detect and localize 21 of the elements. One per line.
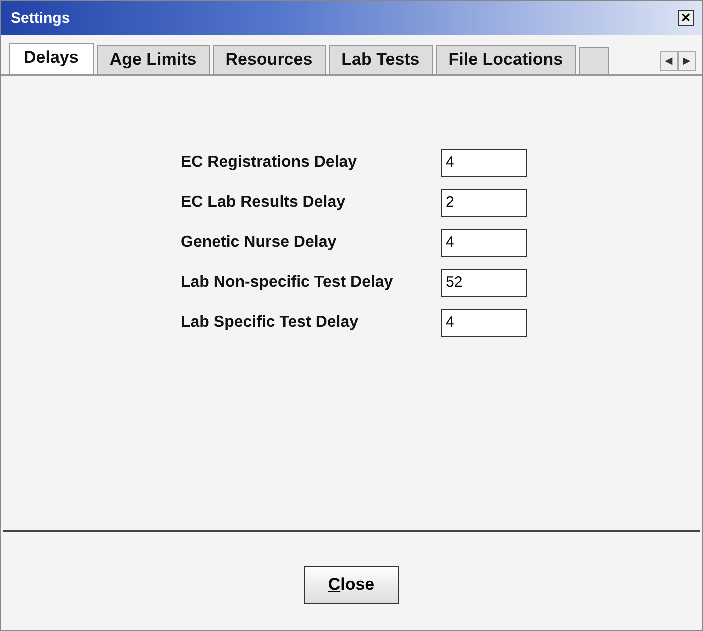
input-field[interactable]: 4 [441,228,527,256]
scroll-right-button[interactable]: ▶ [678,51,696,71]
field-label: Lab Specific Test Delay [181,314,360,332]
input-field[interactable]: 4 [441,308,527,336]
input-field[interactable]: 4 [441,148,527,176]
tab[interactable]: Resources [212,45,326,74]
field-label: EC Registrations Delay [181,154,358,172]
scroll-left-button[interactable]: ◀ [660,51,678,71]
window-title: Settings [11,10,70,26]
close-icon[interactable]: × [678,10,694,26]
tab[interactable]: Lab Tests [328,45,433,74]
tab[interactable]: Age Limits [96,45,210,74]
field-label: Genetic Nurse Delay [181,234,338,252]
field-label: Lab Non-specific Test Delay [181,274,394,292]
input-field[interactable]: 52 [441,268,527,296]
close-button[interactable]: Close [304,566,399,604]
field-label: EC Lab Results Delay [181,194,346,212]
tab[interactable]: File Locations [436,45,576,74]
partial-tab[interactable] [579,47,610,74]
input-field[interactable]: 2 [441,188,527,216]
tab[interactable]: Delays [9,43,94,74]
